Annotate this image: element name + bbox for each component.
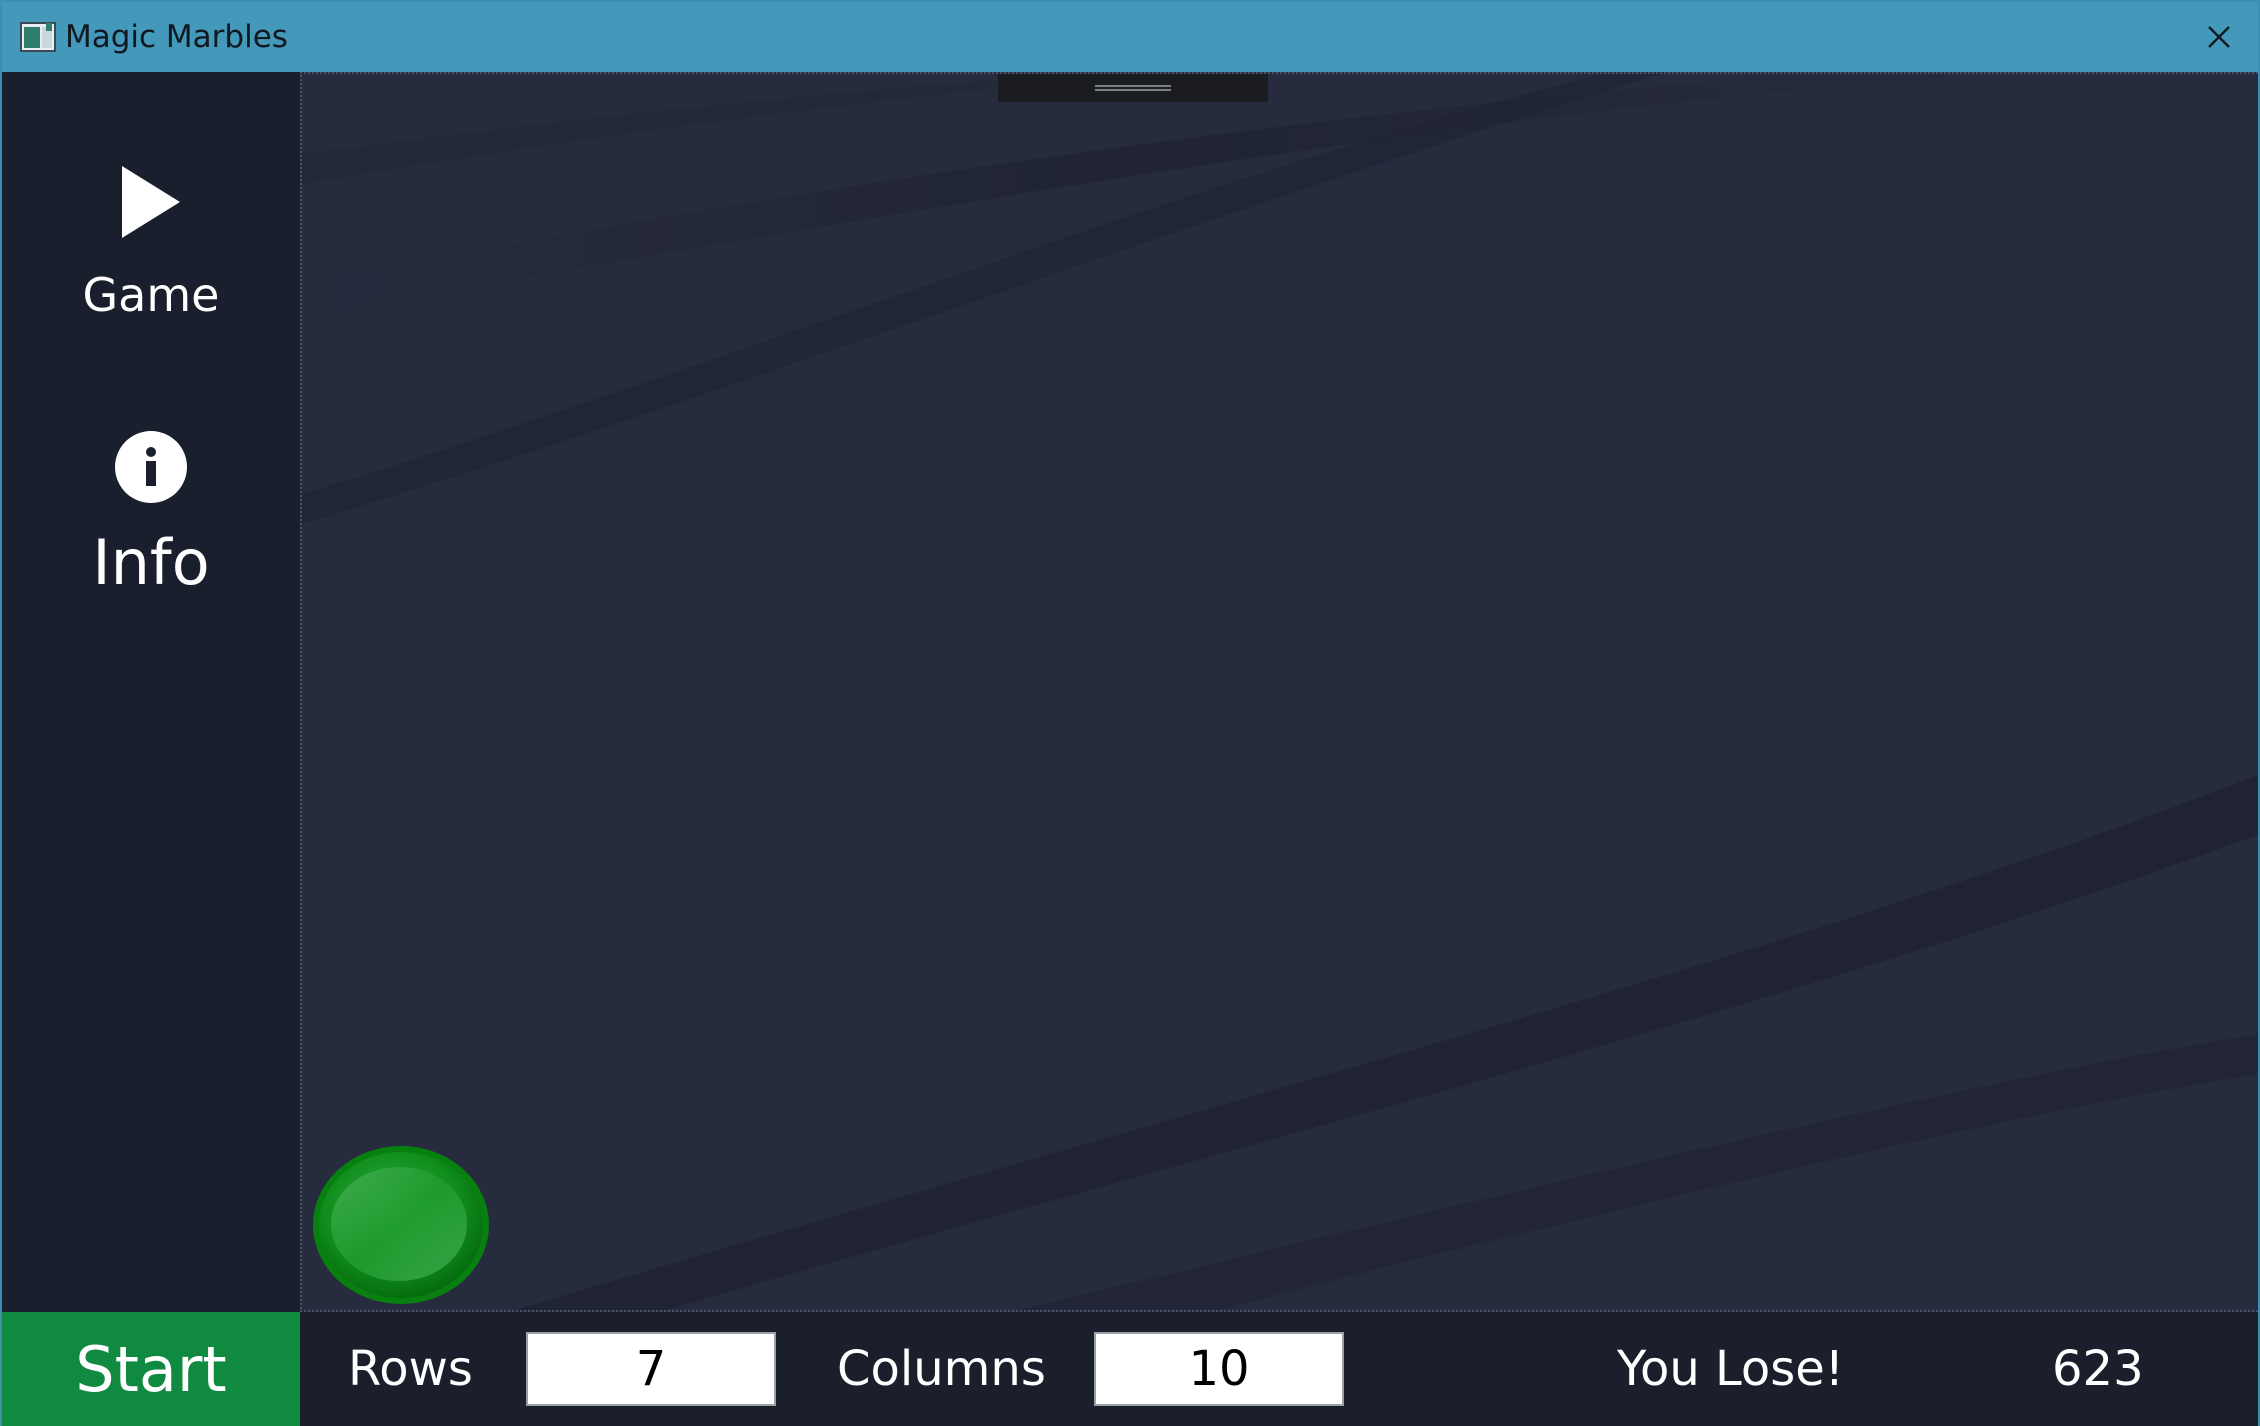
sidebar: Game Info [2, 72, 300, 1312]
columns-label: Columns [837, 1341, 1046, 1397]
marble-green[interactable] [311, 1144, 491, 1306]
app-window-icon [20, 19, 56, 55]
score-value: 623 [2052, 1341, 2144, 1397]
background-swoosh [302, 74, 2258, 1310]
handle-grip-icon [1095, 85, 1171, 91]
rows-input[interactable] [526, 1332, 776, 1406]
game-board[interactable] [300, 72, 2258, 1312]
drag-handle[interactable] [998, 74, 1268, 102]
bottom-bar: Start Rows Columns You Lose! 623 [2, 1312, 2258, 1426]
title-bar[interactable]: Magic Marbles [2, 2, 2258, 72]
close-icon [2208, 26, 2230, 48]
close-button[interactable] [2194, 12, 2244, 62]
sidebar-item-game[interactable]: Game [2, 164, 300, 344]
start-button[interactable]: Start [2, 1312, 300, 1426]
info-icon [115, 431, 187, 503]
sidebar-item-label: Game [82, 268, 220, 322]
app-window: Magic Marbles Game Info Start Rows 7 Col… [0, 0, 2260, 1426]
sidebar-item-info[interactable]: Info [2, 430, 300, 630]
rows-label: Rows [348, 1341, 473, 1397]
game-status: You Lose! [1617, 1341, 1845, 1397]
window-title: Magic Marbles [65, 19, 288, 55]
columns-input[interactable] [1094, 1332, 1344, 1406]
sidebar-item-label: Info [92, 526, 210, 599]
play-icon [122, 166, 180, 238]
